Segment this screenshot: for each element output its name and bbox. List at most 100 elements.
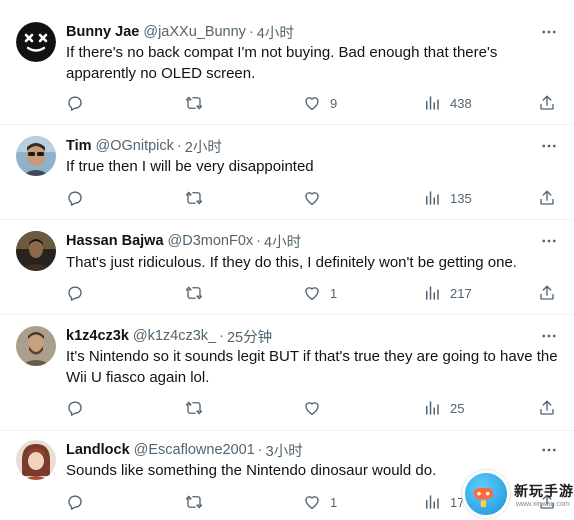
timestamp[interactable]: 4小时 [264,231,301,252]
tweet-actions: 135 [60,188,562,208]
avatar[interactable] [16,22,56,62]
retweet-button[interactable] [185,492,203,512]
like-count: 1 [330,285,338,301]
ellipsis-icon [542,144,556,148]
reply-icon [68,401,82,416]
retweet-button[interactable] [185,188,203,208]
timestamp[interactable]: 2小时 [185,136,222,157]
tweet-actions: 1 217 [60,283,562,303]
tweet-text: If true then I will be very disappointed [66,158,314,175]
retweet-icon [185,96,203,110]
like-count: 1 [330,494,338,510]
more-options-button[interactable] [536,440,562,460]
reply-button[interactable] [66,492,84,512]
more-options-button[interactable] [536,326,562,346]
timestamp[interactable]: 25分钟 [227,326,272,347]
views-chart-icon [426,401,439,415]
views-button[interactable]: 438 [423,93,472,113]
view-count: 438 [450,95,472,111]
share-button[interactable] [538,283,556,303]
anime-character-avatar [16,440,56,480]
views-chart-icon [426,96,439,110]
views-button[interactable]: 135 [423,188,472,208]
display-name[interactable]: Hassan Bajwa [66,233,164,249]
more-options-button[interactable] [536,22,562,42]
bearded-character-avatar [16,326,56,366]
views-chart-icon [426,495,439,509]
display-name[interactable]: Landlock [66,442,130,458]
views-chart-icon [426,286,439,300]
like-button[interactable]: 9 [303,93,337,113]
avatar[interactable] [16,231,56,271]
tweet-header: Hassan Bajwa @D3monF0x · 4小时 [66,231,301,251]
heart-icon [305,192,319,206]
user-handle[interactable]: @Escaflowne2001 [134,442,255,458]
user-handle[interactable]: @D3monF0x [168,233,254,249]
dark-portrait-avatar [16,231,56,271]
like-button[interactable] [303,398,330,418]
more-options-button[interactable] [536,136,562,156]
view-count: 25 [450,400,465,416]
heart-icon [305,287,319,301]
separator-dot: · [256,233,262,249]
ellipsis-icon [542,334,556,338]
retweet-button[interactable] [185,283,203,303]
reply-button[interactable] [66,93,84,113]
share-button[interactable] [538,93,556,113]
avatar[interactable] [16,136,56,176]
views-button[interactable]: 25 [423,398,464,418]
user-handle[interactable]: @k1z4cz3k_ [133,328,216,344]
reply-icon [68,495,82,510]
share-icon [540,400,554,415]
view-count: 217 [450,285,472,301]
retweet-icon [185,286,203,300]
retweet-button[interactable] [185,398,203,418]
display-name[interactable]: k1z4cz3k [66,328,129,344]
separator-dot: · [257,442,263,458]
reply-button[interactable] [66,188,84,208]
heart-icon [305,402,319,416]
tweet[interactable]: Hassan Bajwa @D3monF0x · 4小时 That's just… [0,220,574,315]
watermark-url: www.xinwan.com [516,501,570,508]
like-count: 9 [330,95,338,111]
share-button[interactable] [538,188,556,208]
view-count: 135 [450,190,472,206]
retweet-icon [185,495,203,509]
like-button[interactable] [303,188,330,208]
man-with-sunglasses-avatar [16,136,56,176]
timestamp[interactable]: 4小时 [257,22,294,43]
watermark-logo-icon [462,470,510,518]
tweet-text: That's just ridiculous. If they do this,… [66,254,517,271]
share-icon [540,190,554,205]
reply-button[interactable] [66,283,84,303]
ellipsis-icon [542,30,556,34]
display-name[interactable]: Tim [66,138,92,154]
tweet-text: If there's no back compat I'm not buying… [66,44,498,82]
separator-dot: · [176,138,182,154]
tweet-actions: 9 438 [60,93,562,113]
timestamp[interactable]: 3小时 [266,440,303,461]
more-options-button[interactable] [536,231,562,251]
watermark-label: 新玩手游 [514,483,574,499]
like-button[interactable]: 1 [303,492,337,512]
retweet-button[interactable] [185,93,203,113]
tweet[interactable]: Tim @OGnitpick · 2小时 If true then I will… [0,125,574,220]
reply-icon [68,96,82,111]
views-button[interactable]: 217 [423,283,472,303]
tweet-header: Bunny Jae @jaXXu_Bunny · 4小时 [66,22,294,42]
share-button[interactable] [538,398,556,418]
user-handle[interactable]: @jaXXu_Bunny [143,24,246,40]
display-name[interactable]: Bunny Jae [66,24,139,40]
heart-icon [305,97,319,111]
reply-button[interactable] [66,398,84,418]
user-handle[interactable]: @OGnitpick [96,138,174,154]
like-button[interactable]: 1 [303,283,337,303]
avatar[interactable] [16,326,56,366]
avatar[interactable] [16,440,56,480]
tweet-header: k1z4cz3k @k1z4cz3k_ · 25分钟 [66,326,272,346]
tweet[interactable]: k1z4cz3k @k1z4cz3k_ · 25分钟 It's Nintendo… [0,315,574,431]
tweet[interactable]: Bunny Jae @jaXXu_Bunny · 4小时 If there's … [0,0,574,125]
reply-icon [68,191,82,206]
reply-icon [68,286,82,301]
separator-dot: · [248,24,254,40]
